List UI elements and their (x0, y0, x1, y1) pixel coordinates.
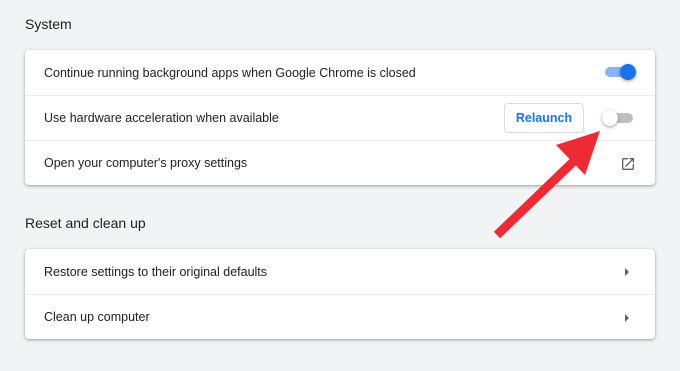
clean-up-computer-label: Clean up computer (44, 310, 150, 324)
restore-settings-label: Restore settings to their original defau… (44, 264, 268, 279)
toggle-knob (602, 110, 618, 126)
toggle-knob (620, 64, 636, 80)
reset-card: Restore settings to their original defau… (25, 249, 655, 339)
relaunch-button[interactable]: Relaunch (504, 103, 584, 133)
proxy-settings-label: Open your computer's proxy settings (44, 156, 248, 170)
arrow-right-icon (625, 268, 629, 276)
open-in-new-icon[interactable] (620, 156, 636, 172)
system-card: Continue running background apps when Go… (25, 50, 655, 185)
system-section-title: System (25, 16, 72, 32)
restore-settings-row[interactable]: Restore settings to their original defau… (25, 249, 655, 294)
hardware-acceleration-row[interactable]: Use hardware acceleration when available… (25, 95, 655, 140)
clean-up-computer-row[interactable]: Clean up computer (25, 294, 655, 339)
background-apps-toggle[interactable] (602, 64, 636, 80)
reset-section-title: Reset and clean up (25, 215, 146, 231)
arrow-right-icon (625, 314, 629, 322)
hardware-acceleration-toggle[interactable] (602, 110, 636, 126)
background-apps-label: Continue running background apps when Go… (44, 65, 416, 80)
proxy-settings-row[interactable]: Open your computer's proxy settings (25, 140, 655, 185)
background-apps-row[interactable]: Continue running background apps when Go… (25, 50, 655, 95)
